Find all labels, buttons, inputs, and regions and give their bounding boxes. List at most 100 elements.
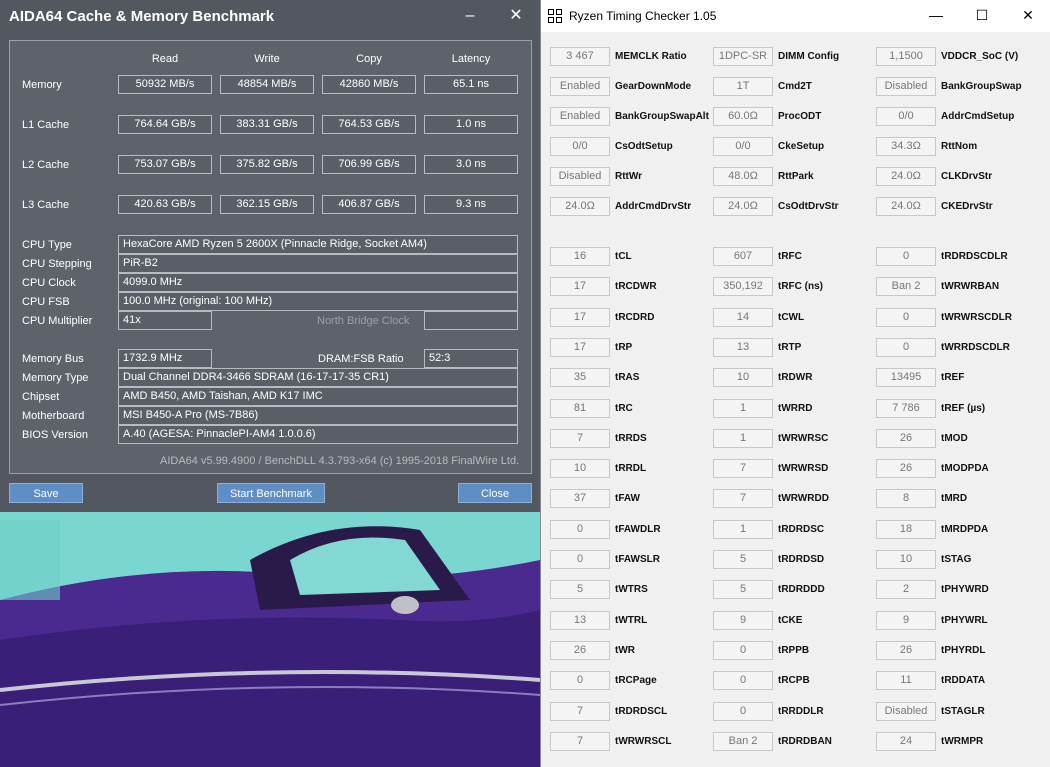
cpu-stepping-label: CPU Stepping (22, 258, 92, 270)
timing-label: tWRWRSCDLR (941, 312, 1012, 323)
timing-value: 0 (550, 671, 610, 690)
timing-value: 0 (550, 520, 610, 539)
cpu-multiplier-value: 41x (118, 311, 212, 330)
timing-value: Disabled (876, 77, 936, 96)
column-header-read: Read (151, 53, 179, 65)
timing-label: tRPPB (778, 645, 810, 656)
cpu-fsb-value: 100.0 MHz (original: 100 MHz) (118, 292, 518, 311)
timing-value: 7 (713, 459, 773, 478)
column-header-write: Write (254, 53, 280, 65)
timing-label: tRCDWR (615, 281, 657, 292)
timing-label: tRCPage (615, 675, 657, 686)
row-label-l1-cache: L1 Cache (22, 119, 70, 131)
l1-latency-value: 1.0 ns (424, 115, 518, 134)
motherboard-value: MSI B450-A Pro (MS-7B86) (118, 406, 518, 425)
timing-label: tRRDL (615, 463, 647, 474)
app-icon (548, 9, 562, 23)
memory-read-value: 50932 MB/s (118, 75, 212, 94)
close-button[interactable]: ✕ (494, 0, 538, 32)
timing-value: 16 (550, 247, 610, 266)
aida64-window: AIDA64 Cache & Memory Benchmark – ✕ Read… (0, 0, 540, 512)
timing-value: 24.0Ω (876, 197, 936, 216)
timing-label: tPHYWRD (941, 584, 989, 595)
timing-value: 1DPC-SR (713, 47, 773, 66)
minimize-button[interactable]: – (448, 0, 492, 32)
timing-value: 0/0 (713, 137, 773, 156)
timing-value: 1 (713, 399, 773, 418)
row-label-l3-cache: L3 Cache (22, 199, 70, 211)
timing-value: 7 (713, 489, 773, 508)
timing-value: 9 (876, 611, 936, 630)
timing-label: tRDRDSD (778, 554, 825, 565)
timing-value: Disabled (876, 702, 936, 721)
close-window-button[interactable]: Close (458, 483, 532, 503)
timing-label: AddrCmdDrvStr (615, 201, 692, 212)
timing-value: 48.0Ω (713, 167, 773, 186)
timing-label: tMOD (941, 433, 968, 444)
aida64-titlebar[interactable]: AIDA64 Cache & Memory Benchmark – ✕ (0, 0, 540, 34)
timing-label: tWRWRSC (778, 433, 829, 444)
timing-value: 0 (713, 702, 773, 721)
timing-label: tRRDDLR (778, 706, 824, 717)
l2-read-value: 753.07 GB/s (118, 155, 212, 174)
timing-value: 13 (713, 338, 773, 357)
timing-value: Ban 2 (876, 277, 936, 296)
timing-value: 607 (713, 247, 773, 266)
chipset-value: AMD B450, AMD Taishan, AMD K17 IMC (118, 387, 518, 406)
timing-value: 26 (550, 641, 610, 660)
timing-label: BankGroupSwap (941, 81, 1022, 92)
memory-copy-value: 42860 MB/s (322, 75, 416, 94)
timing-label: CsOdtDrvStr (778, 201, 839, 212)
timing-value: Disabled (550, 167, 610, 186)
timing-label: tRCDRD (615, 312, 655, 323)
timing-label: tRC (615, 403, 633, 414)
rtc-titlebar[interactable]: Ryzen Timing Checker 1.05 — ☐ ✕ (541, 0, 1050, 32)
close-button[interactable]: ✕ (1005, 0, 1050, 30)
timing-value: 24.0Ω (550, 197, 610, 216)
timing-label: tWTRS (615, 584, 648, 595)
timing-label: VDDCR_SoC (V) (941, 51, 1019, 62)
start-benchmark-button[interactable]: Start Benchmark (217, 483, 325, 503)
timing-label: tRTP (778, 342, 802, 353)
cpu-stepping-value: PiR-B2 (118, 254, 518, 273)
timing-label: tPHYWRL (941, 615, 988, 626)
timing-label: tRDRDDD (778, 584, 825, 595)
window-title: AIDA64 Cache & Memory Benchmark (9, 8, 275, 25)
timing-label: tWRWRDD (778, 493, 829, 504)
timing-label: CkeSetup (778, 141, 825, 152)
motherboard-label: Motherboard (22, 410, 85, 422)
timing-value: 7 (550, 702, 610, 721)
l2-copy-value: 706.99 GB/s (322, 155, 416, 174)
timing-label: tRDWR (778, 372, 813, 383)
column-header-copy: Copy (356, 53, 382, 65)
timing-label: BankGroupSwapAlt (615, 111, 709, 122)
bios-version-label: BIOS Version (22, 429, 89, 441)
timing-label: tRDRDSC (778, 524, 825, 535)
timing-value: 60.0Ω (713, 107, 773, 126)
timing-label: tMRD (941, 493, 968, 504)
timing-label: tSTAGLR (941, 706, 985, 717)
timing-label: tRDRDSCDLR (941, 251, 1008, 262)
timing-label: RttNom (941, 141, 978, 152)
timing-value: 8 (876, 489, 936, 508)
timing-value: 0 (876, 247, 936, 266)
timing-value: 17 (550, 308, 610, 327)
l3-read-value: 420.63 GB/s (118, 195, 212, 214)
timing-label: tRFC (ns) (778, 281, 823, 292)
timing-value: 7 (550, 429, 610, 448)
timing-label: RttWr (615, 171, 643, 182)
timing-value: 0/0 (550, 137, 610, 156)
save-button[interactable]: Save (9, 483, 83, 503)
timing-value: 0/0 (876, 107, 936, 126)
timing-value: 0 (876, 338, 936, 357)
maximize-button[interactable]: ☐ (959, 0, 1005, 30)
minimize-button[interactable]: — (913, 0, 959, 30)
timing-label: tRDRDSCL (615, 706, 668, 717)
timing-value: 0 (550, 550, 610, 569)
timing-value: 1 (713, 520, 773, 539)
memory-type-value: Dual Channel DDR4-3466 SDRAM (16-17-17-3… (118, 368, 518, 387)
timing-value: 24.0Ω (713, 197, 773, 216)
timing-value: 14 (713, 308, 773, 327)
l1-read-value: 764.64 GB/s (118, 115, 212, 134)
timing-label: tCWL (778, 312, 805, 323)
